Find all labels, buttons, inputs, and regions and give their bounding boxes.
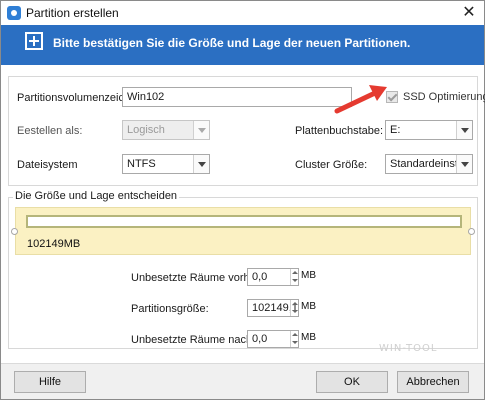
volume-label-input[interactable]: Win102 [122, 87, 352, 107]
partition-size-label: 102149MB [27, 238, 81, 250]
dialog-window: Partition erstellen ✕ Bitte bestätigen S… [0, 0, 485, 400]
cluster-size-select[interactable]: Standardeinstell [385, 154, 473, 174]
filesystem-label: Dateisystem [17, 159, 78, 171]
right-resize-handle[interactable] [468, 228, 475, 235]
help-button[interactable]: Hilfe [14, 371, 86, 393]
drive-letter-label: Plattenbuchstabe: [295, 125, 384, 137]
ssd-optimization-label: SSD Optimierung [403, 91, 485, 103]
space-after-input[interactable]: 0,0 [247, 330, 299, 348]
cancel-button[interactable]: Abbrechen [397, 371, 469, 393]
create-as-label: Eestellen als: [17, 125, 83, 137]
space-before-unit: MB [301, 270, 316, 281]
drive-letter-value: E: [390, 124, 401, 136]
watermark-logo: WIN-TOOL [379, 343, 438, 354]
dialog-footer: Hilfe OK Abbrechen [1, 363, 484, 399]
close-button[interactable]: ✕ [458, 3, 480, 23]
spinner-icon[interactable] [290, 331, 298, 347]
banner-text: Bitte bestätigen Sie die Größe und Lage … [53, 36, 411, 50]
window-title: Partition erstellen [26, 6, 119, 20]
filesystem-select[interactable]: NTFS [122, 154, 210, 174]
partition-bar[interactable] [26, 215, 462, 228]
spinner-icon[interactable] [290, 300, 298, 316]
chevron-down-icon [456, 155, 472, 173]
partition-size-field-label: Partitionsgröße: [131, 303, 209, 315]
ok-button[interactable]: OK [316, 371, 388, 393]
partition-layout-area: 102149MB [15, 207, 471, 255]
chevron-down-icon [193, 121, 209, 139]
chevron-down-icon [193, 155, 209, 173]
size-location-legend: Die Größe und Lage entscheiden [13, 190, 180, 202]
space-after-value: 0,0 [252, 333, 268, 345]
title-bar: Partition erstellen ✕ [1, 1, 484, 25]
annotation-arrow-icon [334, 85, 387, 114]
space-after-unit: MB [301, 332, 316, 343]
instruction-banner: Bitte bestätigen Sie die Größe und Lage … [1, 25, 484, 65]
cluster-size-label: Cluster Größe: [295, 159, 368, 171]
partition-size-input[interactable]: 102149,1 [247, 299, 299, 317]
space-before-label: Unbesetzte Räume vorher: [131, 272, 263, 284]
drive-letter-select[interactable]: E: [385, 120, 473, 140]
partition-size-unit: MB [301, 301, 316, 312]
chevron-down-icon [456, 121, 472, 139]
left-resize-handle[interactable] [11, 228, 18, 235]
create-as-value: Logisch [127, 124, 165, 136]
plus-box-icon [25, 32, 43, 50]
filesystem-value: NTFS [127, 158, 156, 170]
space-before-value: 0,0 [252, 271, 268, 283]
space-before-input[interactable]: 0,0 [247, 268, 299, 286]
create-as-select: Logisch [122, 120, 210, 140]
app-icon [7, 6, 21, 20]
spinner-icon[interactable] [290, 269, 298, 285]
